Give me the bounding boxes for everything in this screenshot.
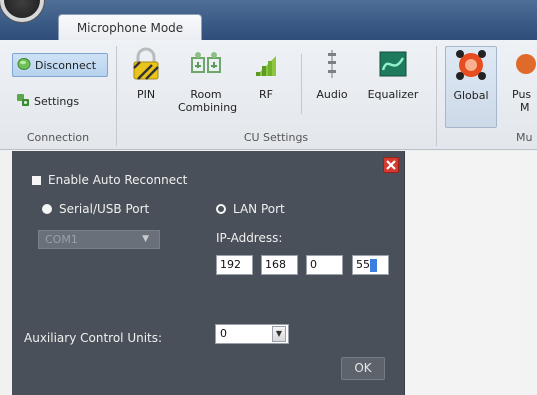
group-label-partial: Mu (516, 131, 533, 144)
tab-microphone-mode[interactable]: Microphone Mode (58, 14, 202, 41)
push-label-line2: M (520, 101, 530, 114)
aux-value: 0 (220, 327, 227, 340)
ip-octet-3-value: 0 (310, 258, 317, 271)
settings-button[interactable]: Settings (12, 89, 108, 113)
ok-button[interactable]: OK (341, 357, 385, 380)
room-label-line1: Room (190, 88, 222, 101)
separator (301, 54, 302, 114)
audio-label: Audio (316, 88, 348, 101)
aux-control-units-select[interactable]: 0 ▼ (215, 324, 289, 344)
ip-octet-3[interactable]: 0 (306, 255, 343, 275)
room-label-line2: Combining (178, 101, 238, 114)
group-label-connection: Connection (26, 131, 90, 144)
radio-dot[interactable] (216, 204, 226, 214)
lan-port-label: LAN Port (233, 202, 285, 216)
ip-octet-2[interactable]: 168 (261, 255, 298, 275)
radio-dot[interactable] (42, 204, 52, 214)
rf-button[interactable]: RF (244, 46, 288, 126)
disconnect-button[interactable]: Disconnect (12, 53, 108, 77)
connection-dialog: Enable Auto Reconnect Serial/USB Port LA… (12, 151, 405, 395)
ip-octet-1-value: 192 (220, 258, 241, 271)
title-bar: Microphone Mode (0, 0, 537, 41)
workspace-area (405, 151, 537, 395)
group-label-cu-settings: CU Settings (243, 131, 309, 144)
audio-button[interactable]: Audio (310, 46, 354, 126)
serial-port-radio[interactable]: Serial/USB Port (42, 202, 149, 216)
text-cursor (370, 259, 377, 272)
lock-icon (128, 46, 164, 82)
green-light-icon (17, 57, 31, 74)
pin-label: PIN (136, 88, 156, 101)
auto-reconnect-label: Enable Auto Reconnect (48, 173, 188, 187)
settings-gear-icon (16, 93, 30, 110)
ribbon: Disconnect Settings Connection PIN Room … (0, 40, 537, 150)
equalizer-button[interactable]: Equalizer (360, 46, 426, 126)
chevron-down-icon: ▼ (142, 234, 149, 244)
settings-label: Settings (34, 94, 80, 108)
equalizer-label: Equalizer (367, 88, 419, 101)
com-port-select: COM1 ▼ (38, 230, 160, 249)
lan-port-radio[interactable]: LAN Port (216, 202, 285, 216)
checkbox-box[interactable] (32, 175, 41, 185)
audio-sliders-icon (314, 46, 350, 82)
com-port-value: COM1 (45, 233, 78, 246)
close-icon (386, 160, 396, 170)
ip-octet-4[interactable]: 55 (352, 255, 389, 275)
serial-port-label: Serial/USB Port (59, 202, 150, 216)
app-menu-button[interactable] (0, 0, 44, 22)
ip-octet-1[interactable]: 192 (216, 255, 253, 275)
room-combining-button[interactable]: Room Combining (178, 46, 238, 126)
room-combining-icon (188, 46, 224, 82)
group-divider (116, 46, 117, 146)
close-button[interactable] (383, 157, 399, 173)
disconnect-label: Disconnect (35, 58, 97, 72)
global-button[interactable]: Global (445, 46, 497, 128)
auto-reconnect-checkbox[interactable]: Enable Auto Reconnect (32, 173, 187, 187)
push-button-partial[interactable]: Pus M (512, 46, 537, 126)
chevron-down-icon[interactable]: ▼ (272, 326, 286, 342)
aux-control-units-label: Auxiliary Control Units: (24, 331, 163, 345)
ip-octet-2-value: 168 (265, 258, 286, 271)
global-label: Global (453, 89, 489, 102)
signal-bars-icon (248, 46, 284, 82)
pin-button[interactable]: PIN (122, 46, 170, 126)
tab-label: Microphone Mode (76, 21, 184, 35)
ip-address-label: IP-Address: (216, 231, 283, 245)
global-icon (453, 47, 489, 83)
ip-octet-4-value: 55 (356, 258, 370, 271)
push-label-line1: Pus (512, 88, 532, 101)
push-icon (512, 46, 537, 82)
ok-label: OK (354, 361, 372, 375)
group-divider (436, 46, 437, 146)
equalizer-icon (375, 46, 411, 82)
rf-label: RF (259, 88, 273, 101)
